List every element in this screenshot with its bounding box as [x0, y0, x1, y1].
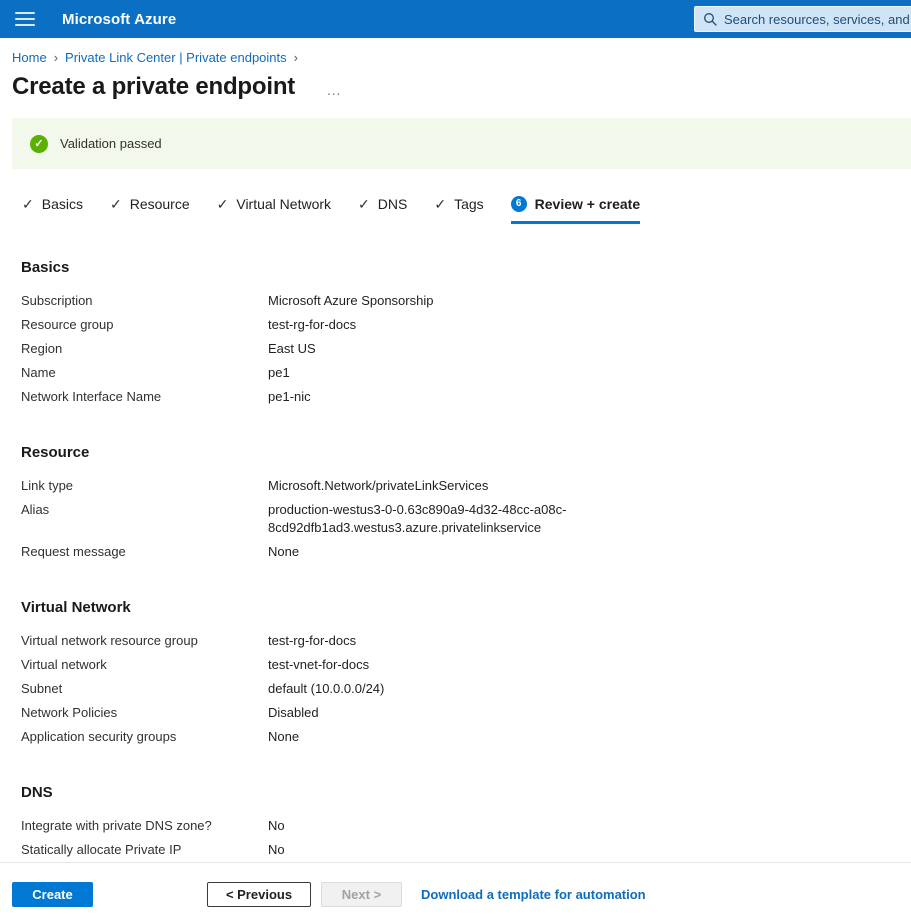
section-resource: Resource Link typeMicrosoft.Network/priva…: [21, 444, 911, 564]
row-value: None: [268, 543, 299, 561]
section-virtual-network: Virtual Network Virtual network resource …: [21, 599, 911, 749]
checkmark-icon: ✓: [217, 197, 229, 211]
review-row: Request messageNone: [21, 540, 911, 564]
checkmark-icon: ✓: [22, 197, 34, 211]
row-label: Network Policies: [21, 704, 268, 722]
app-title: Microsoft Azure: [62, 11, 176, 28]
checkmark-icon: ✓: [434, 197, 446, 211]
row-value: production-westus3-0-0.63c890a9-4d32-48c…: [268, 501, 586, 537]
review-row: Network Interface Namepe1-nic: [21, 385, 911, 409]
review-row: Application security groupsNone: [21, 725, 911, 749]
row-value: pe1-nic: [268, 388, 311, 406]
review-row: SubscriptionMicrosoft Azure Sponsorship: [21, 289, 911, 313]
tab-dns[interactable]: ✓ DNS: [358, 196, 407, 224]
section-title: DNS: [21, 784, 911, 801]
section-title: Virtual Network: [21, 599, 911, 616]
tab-tags[interactable]: ✓ Tags: [434, 196, 483, 224]
previous-button[interactable]: < Previous: [207, 882, 311, 907]
tab-label: Basics: [42, 196, 83, 212]
review-row: Subnetdefault (10.0.0.0/24): [21, 677, 911, 701]
row-value: test-rg-for-docs: [268, 316, 356, 334]
row-label: Link type: [21, 477, 268, 495]
tab-label: Review + create: [535, 196, 640, 212]
search-icon: [703, 12, 717, 26]
row-label: Application security groups: [21, 728, 268, 746]
row-value: Microsoft.Network/privateLinkServices: [268, 477, 488, 495]
row-label: Name: [21, 364, 268, 382]
tab-virtual-network[interactable]: ✓ Virtual Network: [217, 196, 331, 224]
review-row: Namepe1: [21, 361, 911, 385]
tab-label: Virtual Network: [236, 196, 331, 212]
chevron-right-icon: ›: [54, 50, 58, 65]
row-label: Subscription: [21, 292, 268, 310]
hamburger-menu-icon[interactable]: [15, 12, 35, 26]
tab-label: Tags: [454, 196, 484, 212]
breadcrumb-link-private-link-center-private-endpoints[interactable]: Private Link Center | Private endpoints: [65, 50, 287, 65]
review-row: Statically allocate Private IPNo: [21, 838, 911, 862]
section-dns: DNSIntegrate with private DNS zone?NoSta…: [21, 784, 911, 862]
row-value: Disabled: [268, 704, 319, 722]
review-row: Virtual networktest-vnet-for-docs: [21, 653, 911, 677]
row-value: No: [268, 817, 285, 835]
review-row: Aliasproduction-westus3-0-0.63c890a9-4d3…: [21, 498, 911, 540]
search-input[interactable]: [724, 12, 911, 27]
row-value: Microsoft Azure Sponsorship: [268, 292, 433, 310]
row-label: Virtual network: [21, 656, 268, 674]
azure-portal-page: Microsoft Azure Home › Private Link Center…: [0, 0, 911, 919]
validation-message: Validation passed: [60, 136, 162, 151]
row-value: test-vnet-for-docs: [268, 656, 369, 674]
row-label: Network Interface Name: [21, 388, 268, 406]
row-label: Integrate with private DNS zone?: [21, 817, 268, 835]
row-label: Resource group: [21, 316, 268, 334]
tab-basics[interactable]: ✓ Basics: [22, 196, 83, 224]
row-label: Virtual network resource group: [21, 632, 268, 650]
tab-label: DNS: [378, 196, 408, 212]
section-title: Basics: [21, 259, 911, 276]
top-bar: Microsoft Azure: [0, 0, 911, 38]
review-row: Resource grouptest-rg-for-docs: [21, 313, 911, 337]
title-row: Create a private endpoint …: [12, 73, 911, 101]
section-title: Resource: [21, 444, 911, 461]
tab-review-create[interactable]: 6 Review + create: [511, 196, 640, 224]
create-button[interactable]: Create: [12, 882, 93, 907]
review-row: RegionEast US: [21, 337, 911, 361]
row-label: Alias: [21, 501, 268, 537]
row-value: test-rg-for-docs: [268, 632, 356, 650]
chevron-right-icon: ›: [294, 50, 298, 65]
breadcrumb: Home › Private Link Center | Private endpo…: [12, 50, 911, 65]
global-search[interactable]: [694, 6, 911, 32]
page-title: Create a private endpoint: [12, 73, 295, 101]
row-label: Request message: [21, 543, 268, 561]
next-button[interactable]: Next >: [321, 882, 402, 907]
row-value: None: [268, 728, 299, 746]
checkmark-icon: ✓: [358, 197, 370, 211]
review-row: Integrate with private DNS zone?No: [21, 814, 911, 838]
tab-bar: ✓ Basics ✓ Resource ✓ Virtual Network ✓ DNS ✓ Tag…: [22, 196, 911, 224]
row-value: East US: [268, 340, 316, 358]
more-options-icon[interactable]: …: [326, 83, 343, 98]
footer-bar: Create < Previous Next > Download a temp…: [0, 862, 911, 919]
review-sections: Basics SubscriptionMicrosoft Azure Sponso…: [21, 259, 911, 862]
tab-label: Resource: [130, 196, 190, 212]
step-number-badge: 6: [511, 196, 527, 212]
row-value: default (10.0.0.0/24): [268, 680, 384, 698]
section-basics: Basics SubscriptionMicrosoft Azure Sponso…: [21, 259, 911, 409]
review-row: Virtual network resource grouptest-rg-fo…: [21, 629, 911, 653]
review-row: Link typeMicrosoft.Network/privateLinkSe…: [21, 474, 911, 498]
breadcrumb-link-home[interactable]: Home: [12, 50, 47, 65]
success-check-icon: ✓: [30, 135, 48, 153]
row-value: No: [268, 841, 285, 859]
row-value: pe1: [268, 364, 290, 382]
review-row: Network PoliciesDisabled: [21, 701, 911, 725]
download-template-link[interactable]: Download a template for automation: [421, 887, 646, 902]
row-label: Subnet: [21, 680, 268, 698]
validation-banner: ✓ Validation passed: [12, 118, 911, 169]
row-label: Region: [21, 340, 268, 358]
row-label: Statically allocate Private IP: [21, 841, 268, 859]
checkmark-icon: ✓: [110, 197, 122, 211]
tab-resource[interactable]: ✓ Resource: [110, 196, 190, 224]
